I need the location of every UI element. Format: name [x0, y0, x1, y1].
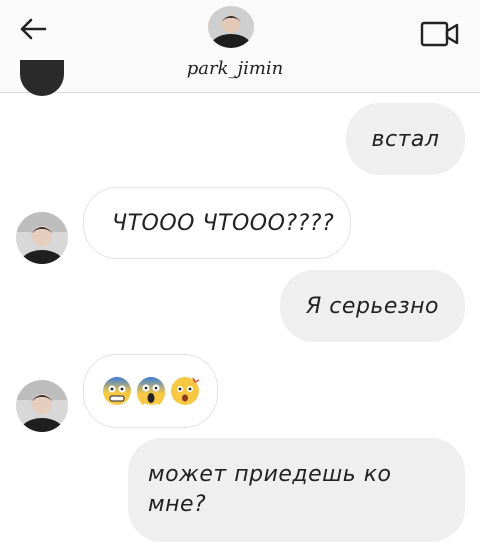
anxious-face-emoji [102, 377, 131, 405]
contact-avatar[interactable] [208, 6, 254, 48]
sender-avatar[interactable] [16, 380, 68, 432]
screaming-face-emoji [136, 377, 165, 406]
outgoing-message[interactable]: может приедешь ко мне? [128, 438, 465, 542]
incoming-emoji-message[interactable] [83, 354, 218, 428]
message-text: встал [371, 126, 440, 152]
message-text: Я серьезно [306, 293, 439, 319]
sender-avatar[interactable] [16, 212, 68, 264]
chat-header: park_jimin [0, 0, 480, 93]
video-call-button[interactable] [418, 18, 462, 50]
video-camera-icon [420, 21, 459, 47]
outgoing-message[interactable]: Я серьезно [280, 270, 465, 342]
message-text: может приедешь ко мне? [148, 462, 392, 517]
contact-username[interactable]: park_jimin [0, 58, 470, 79]
outgoing-message[interactable]: встал [346, 103, 465, 175]
back-button[interactable] [16, 14, 50, 44]
astonished-face-emoji [170, 377, 199, 405]
arrow-left-icon [20, 18, 47, 40]
message-text: ЧТООО ЧТООО???? [112, 210, 335, 236]
incoming-message[interactable]: ЧТООО ЧТООО???? [83, 187, 351, 259]
